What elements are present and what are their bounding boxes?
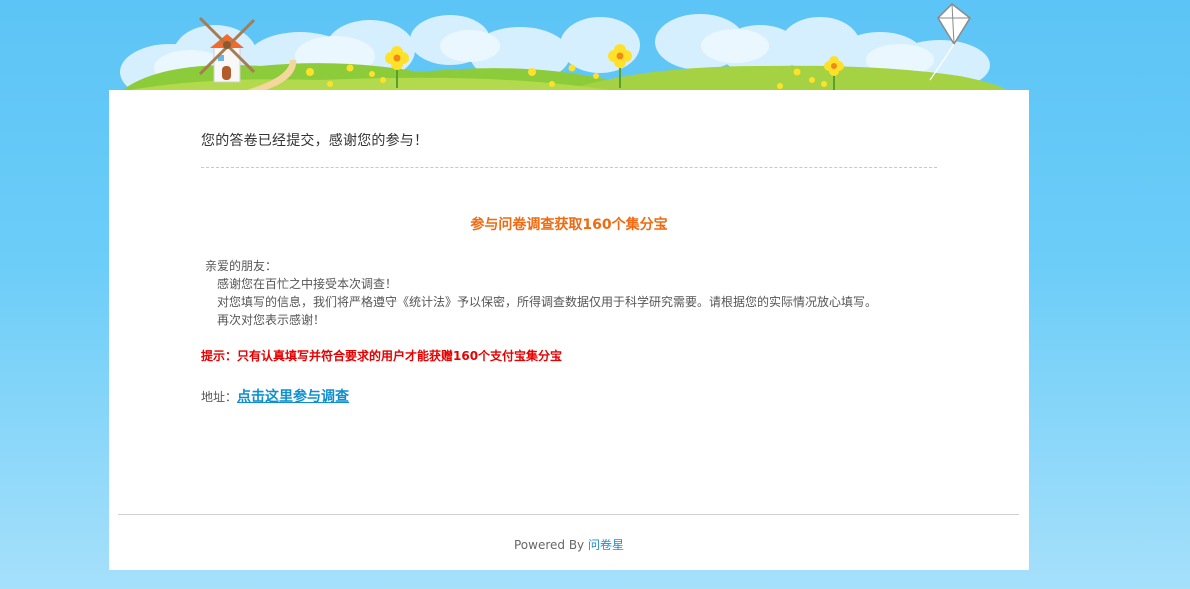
letter-line: 再次对您表示感谢！ bbox=[217, 313, 326, 327]
brand-link[interactable]: 问卷星 bbox=[588, 538, 624, 552]
dashed-divider bbox=[201, 167, 937, 168]
reward-hint: 提示：只有认真填写并符合要求的用户才能获赠160个支付宝集分宝 bbox=[201, 349, 563, 363]
survey-address: 地址：点击这里参与调查 bbox=[201, 386, 349, 406]
content-card: 您的答卷已经提交，感谢您的参与！ 参与问卷调查获取160个集分宝 亲爱的朋友： … bbox=[109, 90, 1029, 570]
join-survey-link[interactable]: 点击这里参与调查 bbox=[237, 389, 349, 405]
letter-greeting: 亲爱的朋友： bbox=[205, 259, 278, 273]
address-label: 地址： bbox=[201, 390, 238, 404]
powered-by-label: Powered By bbox=[513, 538, 585, 552]
letter-line: 对您填写的信息，我们将严格遵守《统计法》予以保密，所得调查数据仅用于科学研究需要… bbox=[217, 295, 878, 309]
submission-thanks-message: 您的答卷已经提交，感谢您的参与！ bbox=[201, 133, 429, 149]
footer: Powered By 问卷星 bbox=[109, 536, 1029, 553]
promo-title: 参与问卷调查获取160个集分宝 bbox=[470, 217, 668, 233]
letter-line: 感谢您在百忙之中接受本次调查！ bbox=[217, 277, 398, 291]
banner-illustration bbox=[120, 3, 1010, 92]
footer-divider bbox=[118, 514, 1019, 515]
letter-body: 亲爱的朋友： 感谢您在百忙之中接受本次调查！ 对您填写的信息，我们将严格遵守《统… bbox=[205, 257, 877, 329]
